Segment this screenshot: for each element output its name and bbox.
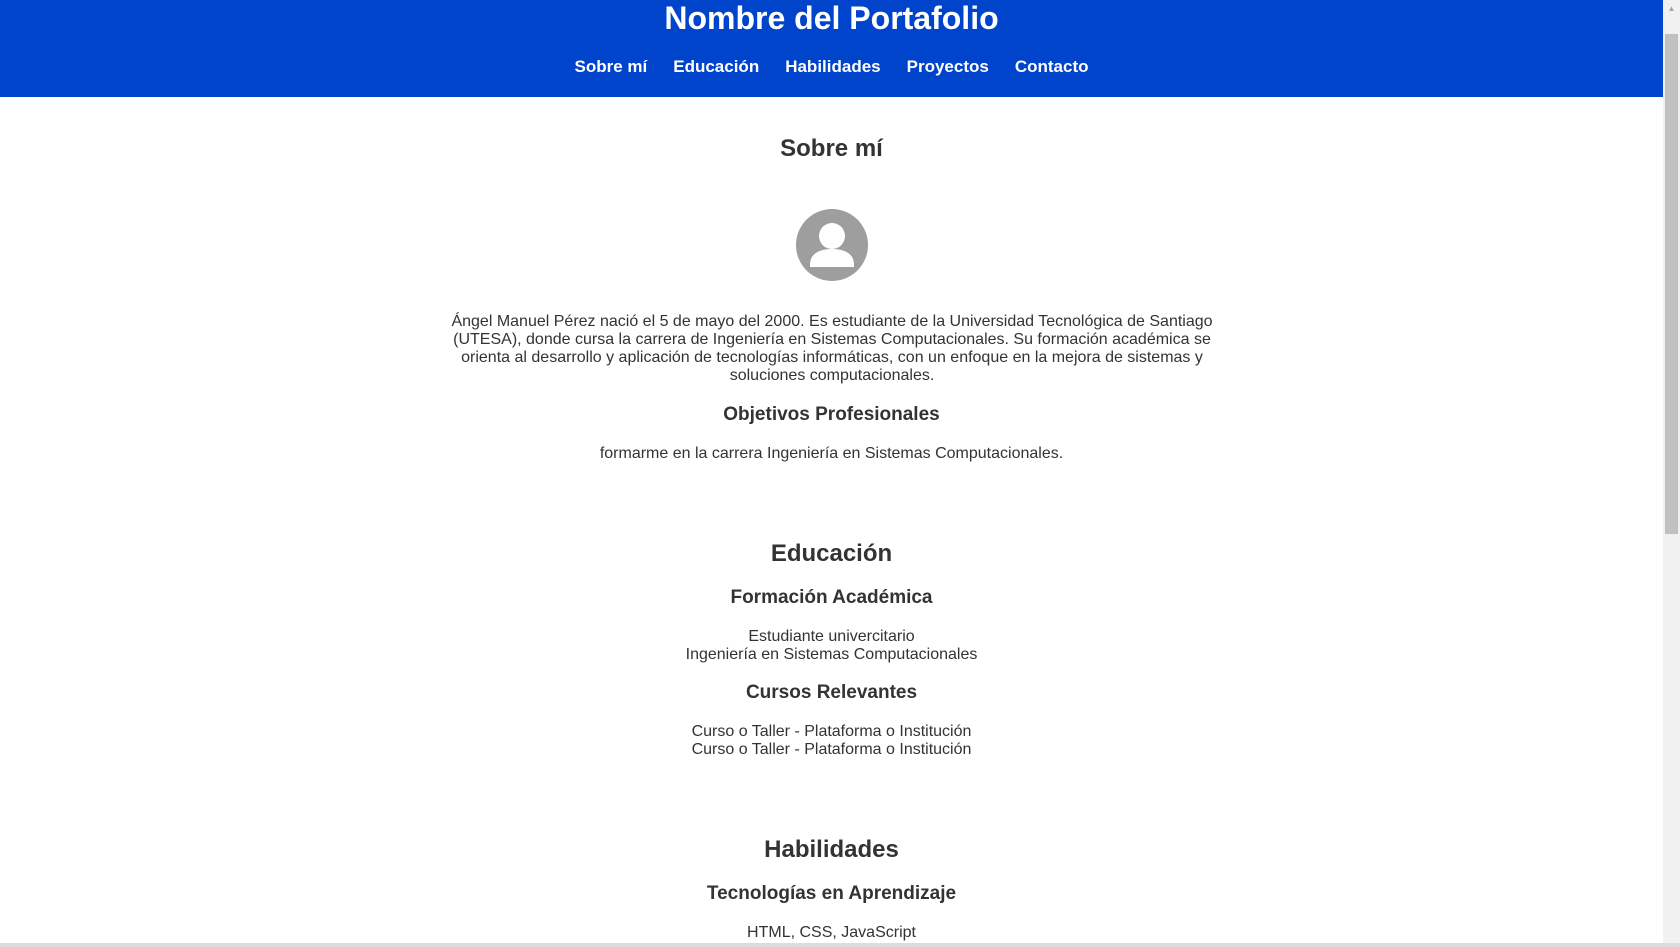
nav-link-proyectos[interactable]: Proyectos (907, 56, 989, 78)
portfolio-title: Nombre del Portafolio (664, 0, 999, 36)
learning-heading: Tecnologías en Aprendizaje (706, 883, 957, 904)
nav-link-contacto[interactable]: Contacto (1015, 56, 1089, 78)
skills-heading: Habilidades (764, 836, 899, 863)
nav-link-sobre-mi[interactable]: Sobre mí (574, 56, 647, 78)
course-line: Curso o Taller - Plataforma o Institució… (691, 741, 972, 758)
page-viewport: Nombre del Portafolio Sobre mí Educación H… (0, 0, 1663, 943)
vertical-scrollbar[interactable]: ▲ (1663, 0, 1680, 943)
scroll-up-arrow-icon[interactable]: ▲ (1663, 0, 1680, 17)
objectives-heading: Objetivos Profesionales (723, 404, 940, 425)
education-heading: Educación (770, 540, 893, 567)
main-nav: Sobre mí Educación Habilidades Proyectos Con… (0, 56, 1663, 78)
about-heading: Sobre mí (780, 135, 883, 162)
nav-link-habilidades[interactable]: Habilidades (785, 56, 880, 78)
academic-line: Estudiante univercitario (748, 628, 915, 645)
about-bio: Ángel Manuel Pérez nació el 5 de mayo de… (451, 313, 1213, 384)
academic-heading: Formación Académica (730, 587, 933, 608)
horizontal-scrollbar[interactable] (0, 943, 1680, 947)
courses-heading: Cursos Relevantes (745, 682, 918, 703)
user-avatar-icon (796, 209, 868, 281)
learning-text: HTML, CSS, JavaScript (747, 924, 916, 941)
scrollbar-thumb[interactable] (1665, 34, 1678, 534)
course-line: Curso o Taller - Plataforma o Institució… (691, 723, 972, 740)
academic-line: Ingeniería en Sistemas Computacionales (685, 646, 978, 663)
site-header: Nombre del Portafolio Sobre mí Educación H… (0, 0, 1663, 97)
objectives-text: formarme en la carrera Ingeniería en Sis… (599, 445, 1064, 462)
nav-link-educacion[interactable]: Educación (673, 56, 759, 78)
user-silhouette-icon (810, 223, 854, 267)
